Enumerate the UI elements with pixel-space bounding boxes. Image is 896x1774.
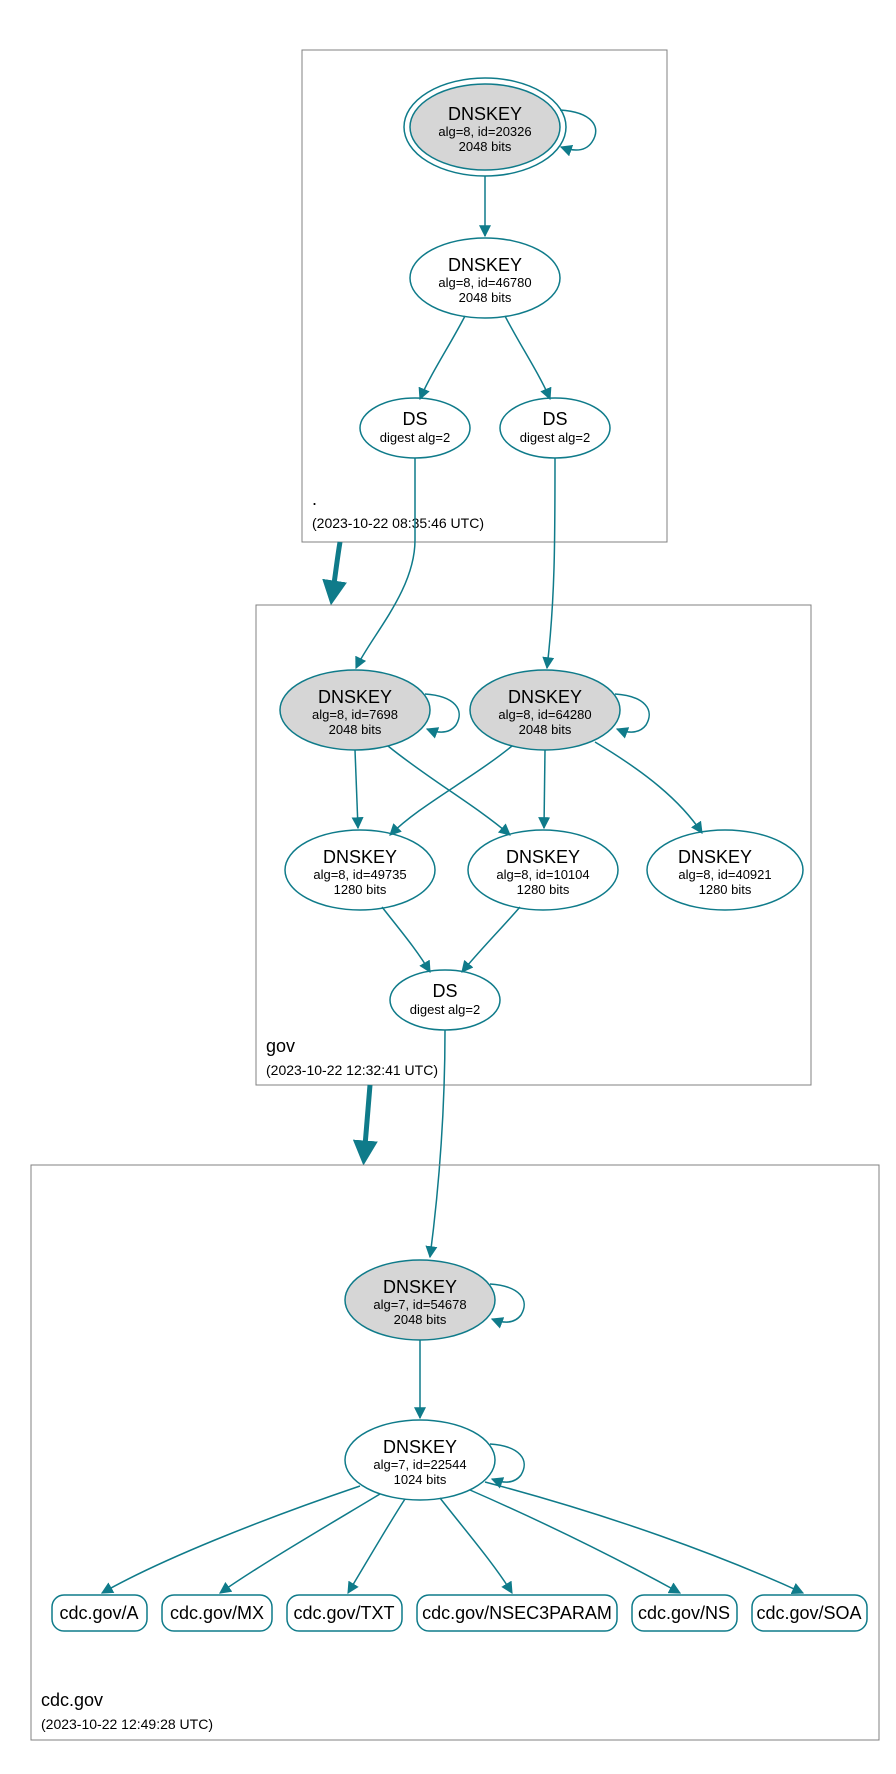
svg-text:alg=8, id=20326: alg=8, id=20326	[438, 124, 531, 139]
edge-k8-soa	[485, 1482, 803, 1593]
warning-icon	[531, 1450, 551, 1470]
rr-a: cdc.gov/A	[52, 1595, 147, 1631]
svg-text:DNSKEY: DNSKEY	[318, 687, 392, 707]
warning-icon	[705, 1544, 725, 1564]
node-dnskey-cdc-54678: DNSKEY alg=7, id=54678 2048 bits	[345, 1260, 495, 1340]
warning-icon	[380, 1544, 400, 1564]
svg-text:alg=8, id=40921: alg=8, id=40921	[678, 867, 771, 882]
zone-gov-label: gov	[266, 1036, 295, 1056]
zone-root-label: .	[312, 489, 317, 509]
node-dnskey-gov-64280: DNSKEY alg=8, id=64280 2048 bits	[470, 670, 620, 750]
edge-k8-txt	[348, 1499, 405, 1593]
edge-ds0-k2	[356, 458, 415, 668]
node-dnskey-gov-10104: DNSKEY alg=8, id=10104 1280 bits	[468, 830, 618, 910]
warning-icon	[299, 1544, 319, 1564]
svg-text:1280 bits: 1280 bits	[334, 882, 387, 897]
rr-soa: cdc.gov/SOA	[752, 1595, 867, 1631]
dnssec-diagram: . (2023-10-22 08:35:46 UTC) DNSKEY alg=8…	[0, 0, 896, 1774]
node-dnskey-gov-49735: DNSKEY alg=8, id=49735 1280 bits	[285, 830, 435, 910]
svg-text:2048 bits: 2048 bits	[459, 139, 512, 154]
zone-cdc-ts: (2023-10-22 12:49:28 UTC)	[41, 1716, 213, 1732]
edge-gov-to-cdc	[364, 1085, 370, 1158]
svg-text:alg=8, id=10104: alg=8, id=10104	[496, 867, 589, 882]
edge-k8-mx	[220, 1494, 380, 1593]
svg-text:DNSKEY: DNSKEY	[383, 1277, 457, 1297]
node-dnskey-root-20326: DNSKEY alg=8, id=20326 2048 bits	[404, 78, 566, 176]
node-dnskey-cdc-22544: DNSKEY alg=7, id=22544 1024 bits	[345, 1420, 495, 1500]
svg-text:DNSKEY: DNSKEY	[323, 847, 397, 867]
svg-text:DS: DS	[402, 409, 427, 429]
warning-icon	[470, 1108, 490, 1128]
svg-text:2048 bits: 2048 bits	[519, 722, 572, 737]
edge-k1-ds1	[505, 316, 550, 399]
warning-icon	[478, 1544, 498, 1564]
svg-text:2048 bits: 2048 bits	[394, 1312, 447, 1327]
rr-ns: cdc.gov/NS	[632, 1595, 737, 1631]
rr-nsec3param: cdc.gov/NSEC3PARAM	[417, 1595, 617, 1631]
rr-txt: cdc.gov/TXT	[287, 1595, 402, 1631]
svg-text:DNSKEY: DNSKEY	[448, 104, 522, 124]
zone-cdcgov: cdc.gov (2023-10-22 12:49:28 UTC) DNSKEY…	[31, 1165, 879, 1740]
svg-text:DNSKEY: DNSKEY	[678, 847, 752, 867]
node-ds-root-0: DS digest alg=2	[360, 398, 470, 458]
node-ds-root-1: DS digest alg=2	[500, 398, 610, 458]
edge-k3-k5	[544, 750, 545, 828]
svg-text:cdc.gov/NS: cdc.gov/NS	[638, 1603, 730, 1623]
warning-icon	[216, 1544, 236, 1564]
edge-k4-ds2	[382, 907, 430, 972]
edge-root-to-gov	[332, 542, 340, 598]
svg-text:2048 bits: 2048 bits	[329, 722, 382, 737]
edge-k2-k4	[355, 750, 358, 828]
node-dnskey-root-46780: DNSKEY alg=8, id=46780 2048 bits	[410, 238, 560, 318]
svg-text:DNSKEY: DNSKEY	[506, 847, 580, 867]
svg-text:alg=7, id=22544: alg=7, id=22544	[373, 1457, 466, 1472]
edge-ds1-k3	[547, 458, 555, 668]
svg-text:digest alg=2: digest alg=2	[520, 430, 590, 445]
svg-text:1024 bits: 1024 bits	[394, 1472, 447, 1487]
svg-text:1280 bits: 1280 bits	[699, 882, 752, 897]
svg-text:DNSKEY: DNSKEY	[448, 255, 522, 275]
svg-text:cdc.gov/NSEC3PARAM: cdc.gov/NSEC3PARAM	[422, 1603, 612, 1623]
svg-text:digest alg=2: digest alg=2	[410, 1002, 480, 1017]
zone-root-ts: (2023-10-22 08:35:46 UTC)	[312, 515, 484, 531]
svg-text:digest alg=2: digest alg=2	[380, 430, 450, 445]
node-dnskey-gov-40921: DNSKEY alg=8, id=40921 1280 bits	[647, 830, 803, 910]
edge-k5-ds2	[462, 907, 520, 972]
rr-mx: cdc.gov/MX	[162, 1595, 272, 1631]
svg-text:alg=7, id=54678: alg=7, id=54678	[373, 1297, 466, 1312]
svg-text:1280 bits: 1280 bits	[517, 882, 570, 897]
node-dnskey-gov-7698: DNSKEY alg=8, id=7698 2048 bits	[280, 670, 430, 750]
node-ds-gov: DS digest alg=2	[390, 970, 500, 1030]
svg-text:cdc.gov/A: cdc.gov/A	[59, 1603, 138, 1623]
svg-text:DNSKEY: DNSKEY	[508, 687, 582, 707]
edge-k8-nsec3	[440, 1498, 512, 1593]
edge-k8-a	[102, 1486, 360, 1593]
warning-icon	[426, 1371, 446, 1391]
svg-text:DS: DS	[542, 409, 567, 429]
svg-text:2048 bits: 2048 bits	[459, 290, 512, 305]
svg-text:alg=8, id=64280: alg=8, id=64280	[498, 707, 591, 722]
zone-cdc-label: cdc.gov	[41, 1690, 103, 1710]
svg-text:alg=8, id=49735: alg=8, id=49735	[313, 867, 406, 882]
svg-text:alg=8, id=46780: alg=8, id=46780	[438, 275, 531, 290]
svg-text:cdc.gov/SOA: cdc.gov/SOA	[756, 1603, 861, 1623]
edge-k3-k6	[595, 742, 702, 833]
zone-root: . (2023-10-22 08:35:46 UTC) DNSKEY alg=8…	[302, 50, 667, 542]
svg-text:alg=8, id=7698: alg=8, id=7698	[312, 707, 398, 722]
svg-text:DS: DS	[432, 981, 457, 1001]
svg-text:cdc.gov/TXT: cdc.gov/TXT	[293, 1603, 394, 1623]
svg-text:cdc.gov/MX: cdc.gov/MX	[170, 1603, 264, 1623]
warning-icon	[531, 1290, 551, 1310]
svg-text:DNSKEY: DNSKEY	[383, 1437, 457, 1457]
edge-k1-ds0	[420, 316, 465, 399]
zone-gov-ts: (2023-10-22 12:32:41 UTC)	[266, 1062, 438, 1078]
